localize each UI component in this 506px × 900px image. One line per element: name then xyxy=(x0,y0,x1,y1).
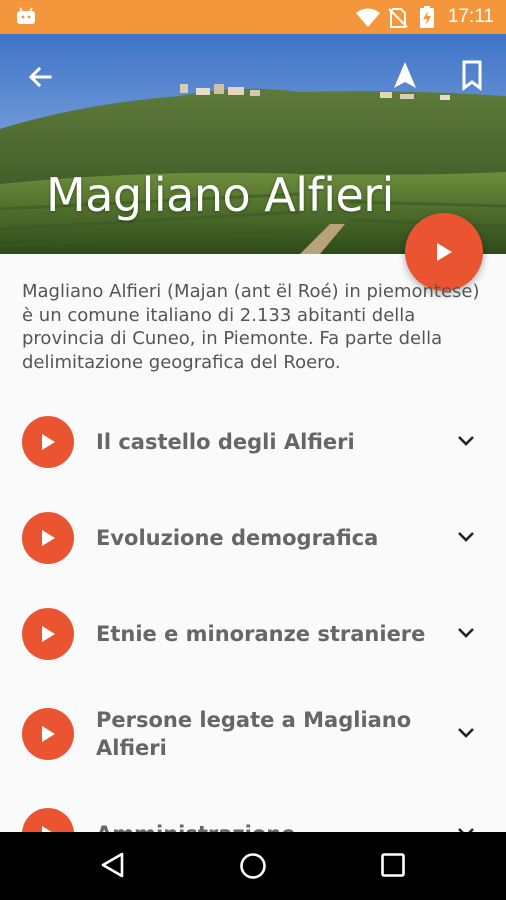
status-clock: 17:11 xyxy=(447,6,494,27)
section-label: Persone legate a Magliano Alfieri xyxy=(96,708,412,760)
android-icon xyxy=(17,7,35,24)
nav-home-icon[interactable] xyxy=(237,850,269,882)
section-label: Evoluzione demografica xyxy=(96,526,379,550)
chevron-down-icon[interactable] xyxy=(456,626,476,640)
nav-back-icon[interactable] xyxy=(98,850,128,880)
section-item-castello[interactable]: Il castello degli Alfieri xyxy=(0,392,506,488)
section-play-button[interactable] xyxy=(22,608,74,660)
chevron-down-icon[interactable] xyxy=(456,530,476,544)
system-nav-bar xyxy=(0,832,506,900)
play-icon xyxy=(42,530,55,546)
navigation-arrow-icon[interactable] xyxy=(386,56,426,96)
place-description: Magliano Alfieri (Majan (ant ël Roé) in … xyxy=(22,281,480,373)
play-icon xyxy=(437,243,452,261)
section-item-evoluzione[interactable]: Evoluzione demografica xyxy=(0,488,506,584)
chevron-down-icon[interactable] xyxy=(456,726,476,740)
nav-recents-icon[interactable] xyxy=(380,852,406,878)
section-play-button[interactable] xyxy=(22,512,74,564)
section-label: Il castello degli Alfieri xyxy=(96,430,355,454)
section-label: Etnie e minoranze straniere xyxy=(96,622,426,646)
wifi-icon xyxy=(356,8,380,27)
play-icon xyxy=(42,726,55,742)
section-item-etnie[interactable]: Etnie e minoranze straniere xyxy=(0,584,506,680)
no-sim-icon xyxy=(388,8,408,28)
back-button[interactable] xyxy=(20,58,60,98)
play-icon xyxy=(42,626,55,642)
section-play-button[interactable] xyxy=(22,708,74,760)
section-item-persone[interactable]: Persone legate a Magliano Alfieri xyxy=(0,680,506,784)
page-title: Magliano Alfieri xyxy=(46,168,394,222)
play-icon xyxy=(42,434,55,450)
section-play-button[interactable] xyxy=(22,416,74,468)
battery-charging-icon xyxy=(420,6,434,28)
status-bar: 17:11 xyxy=(0,0,506,34)
bookmark-icon[interactable] xyxy=(452,56,492,96)
chevron-down-icon[interactable] xyxy=(456,434,476,448)
